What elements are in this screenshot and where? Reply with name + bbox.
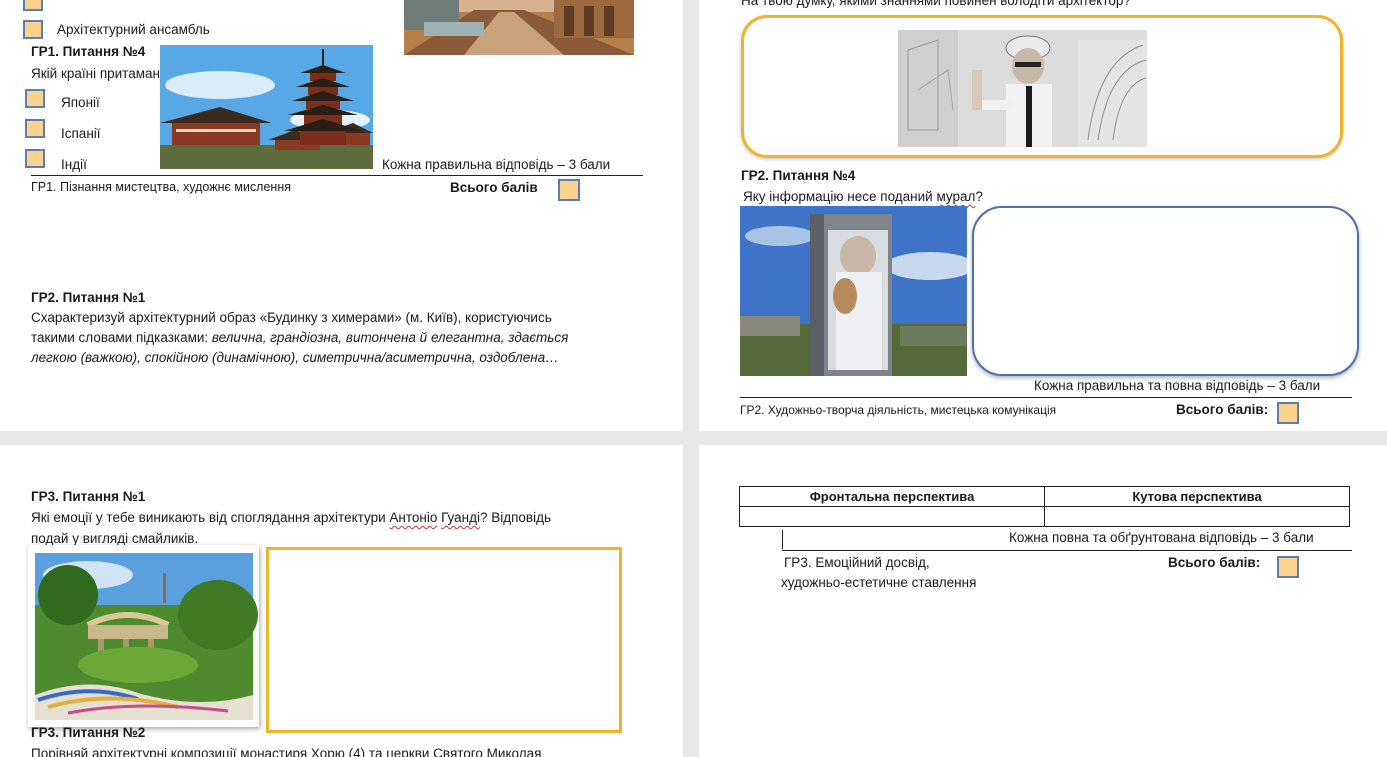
q4-title: ГР1. Питання №4 <box>31 44 146 59</box>
gr2-q4-question: Яку інформацію несе поданий мурал? <box>743 189 983 204</box>
checkbox-japan[interactable] <box>25 89 45 108</box>
divider-line <box>740 397 1352 398</box>
footer-skill-label-line2: художньо-естетичне ставлення <box>781 575 977 590</box>
checkbox[interactable] <box>23 0 43 11</box>
guandi-word: Гуанді <box>441 510 480 525</box>
total-score-label: Всього балів: <box>1168 555 1261 570</box>
total-score-box[interactable] <box>1277 556 1299 578</box>
option-india-label: Індії <box>61 157 87 172</box>
gr2-q4-question-prefix: Яку інформацію несе поданий <box>743 189 937 204</box>
smiley-word: смайликів <box>131 531 195 546</box>
gr3-q1-text-line2: подай у вигляді смайликів. <box>31 531 198 546</box>
header-frontal-perspective: Фронтальна перспектива <box>739 486 1045 507</box>
footer-skill-label: ГР2. Художньо-творча діяльність, мистець… <box>740 403 1057 417</box>
divider-line <box>782 550 1352 551</box>
score-note: Кожна правильна та повна відповідь – 3 б… <box>1034 378 1321 393</box>
footer-skill-label-line1: ГР3. Емоційний досвід, <box>784 555 930 570</box>
pagoda-photo <box>160 45 373 169</box>
total-score-box[interactable] <box>1277 402 1299 424</box>
gr2-q4-title: ГР2. Питання №4 <box>741 168 856 183</box>
architect-photo <box>898 30 1147 147</box>
gr2-q1-text-line1: Схарактеризуй архітектурний образ «Будин… <box>31 310 552 325</box>
gr3-q1-line2-suffix: . <box>194 531 199 546</box>
score-note: Кожна правильна відповідь – 3 бали <box>382 157 611 172</box>
total-score-box[interactable] <box>558 179 580 201</box>
gr2-q4-question-suffix: ? <box>975 189 983 204</box>
antonio-word: Антоніо <box>389 510 438 525</box>
header-angular-perspective: Кутова перспектива <box>1044 486 1350 507</box>
footer-skill-label: ГР1. Пізнання мистецтва, художнє мисленн… <box>31 180 291 194</box>
promenade-photo <box>404 0 634 55</box>
gr3-q2-title: ГР3. Питання №2 <box>31 725 146 740</box>
gr2-q1-text-line3: легкою (важкою), спокійною (динамічною),… <box>31 350 559 365</box>
gr2-q1-title: ГР2. Питання №1 <box>31 290 146 305</box>
checkbox-india[interactable] <box>25 149 45 168</box>
option-spain-label: Іспанії <box>61 126 101 141</box>
checkbox-spain[interactable] <box>25 119 45 138</box>
cell-angular-answer[interactable] <box>1044 506 1350 527</box>
total-score-label: Всього балів <box>450 180 538 195</box>
document-page-1: Архітектурний ансамбль ГР1. Питання №4 Я… <box>0 0 683 431</box>
cell-frontal-answer[interactable] <box>739 506 1045 527</box>
vertical-rule <box>782 530 783 549</box>
divider-line <box>31 175 643 176</box>
gr3-q1-line2-prefix: подай у вигляді <box>31 531 132 546</box>
total-score-label: Всього балів: <box>1176 402 1269 417</box>
architect-knowledge-question: На твою думку, якими знаннями повинен во… <box>741 0 1131 8</box>
option-japan-label: Японії <box>61 95 100 110</box>
gr2-q1-text-line2: такими словами підказками: величнa, гран… <box>31 330 568 345</box>
score-note: Кожна повна та обґрунтована відповідь – … <box>1009 530 1314 545</box>
mural-answer-box[interactable] <box>972 206 1359 376</box>
park-guell-photo <box>28 545 259 727</box>
option-ensemble-label: Архітектурний ансамбль <box>57 22 210 37</box>
gr3-q1-line1-suffix: ? Відповідь <box>479 510 552 525</box>
gr2-q1-hint-words: величнa, грандіозна, витончена й елегант… <box>211 330 569 345</box>
gr3-q1-line1-prefix: Які емоції у тебе виникають від спогляда… <box>31 510 390 525</box>
gr3-q1-text-line1: Які емоції у тебе виникають від спогляда… <box>31 510 551 525</box>
checkbox-ensemble[interactable] <box>23 20 43 39</box>
document-page-3: ГР3. Питання №1 Які емоції у тебе виника… <box>0 445 683 757</box>
document-page-4: Фронтальна перспектива Кутова перспектив… <box>699 445 1387 757</box>
gr3-q1-title: ГР3. Питання №1 <box>31 489 146 504</box>
gr2-q1-text-line2-prefix: такими словами підказками: <box>31 330 212 345</box>
mural-photo <box>740 206 967 376</box>
perspective-table: Фронтальна перспектива Кутова перспектив… <box>739 486 1350 527</box>
emoji-answer-box[interactable] <box>266 547 622 733</box>
document-page-2: На твою думку, якими знаннями повинен во… <box>699 0 1387 431</box>
mural-word: мурал <box>936 189 976 204</box>
gr3-q2-text: Порівняй архітектурні композиції монасти… <box>31 746 542 757</box>
